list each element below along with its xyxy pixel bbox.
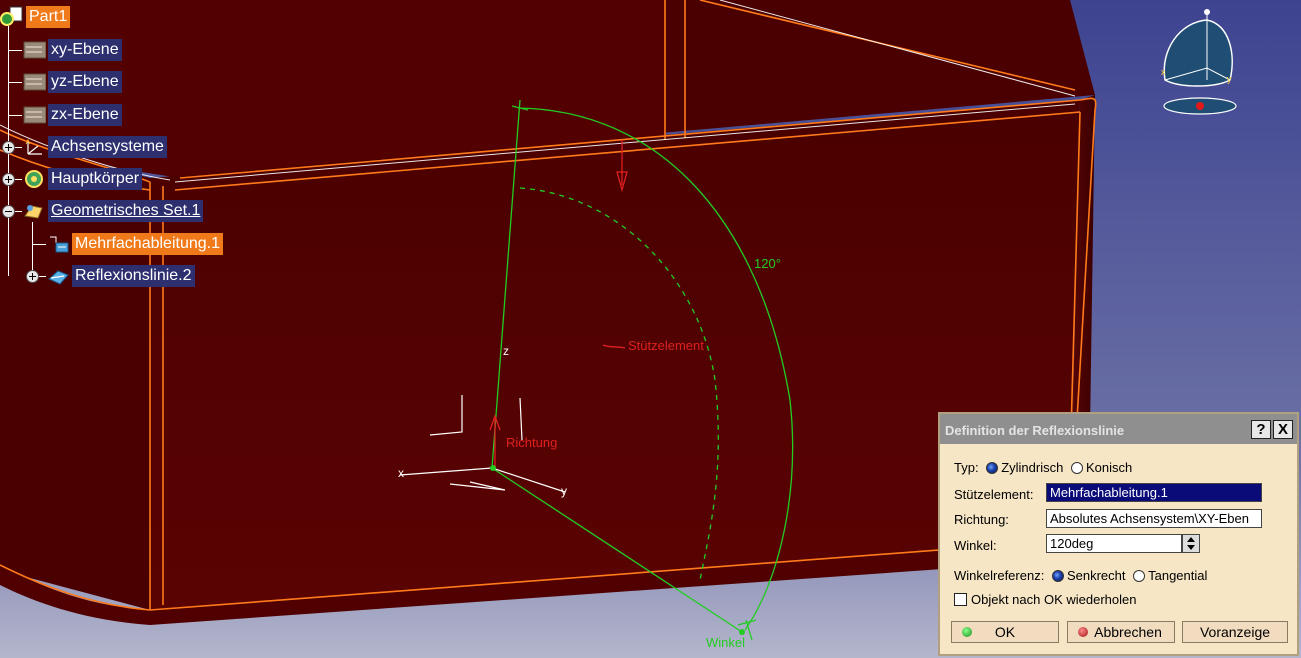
direction-label: Richtung bbox=[506, 435, 558, 450]
tree-root-part1[interactable]: Part1 bbox=[0, 6, 71, 28]
tree-item-label: Hauptkörper bbox=[48, 168, 143, 190]
angle-field[interactable]: 120deg bbox=[1046, 534, 1182, 553]
angle-label: Winkel: bbox=[954, 538, 997, 553]
reflection-line-dialog: Definition der Reflexionslinie ? X Typ: … bbox=[938, 412, 1299, 656]
type-row: Typ: Zylindrisch Konisch bbox=[954, 460, 1132, 475]
support-label: Stützelement: bbox=[954, 487, 1034, 502]
tree-item-xy-plane[interactable]: xy-Ebene bbox=[22, 39, 122, 61]
cancel-icon bbox=[1078, 627, 1088, 637]
type-conical-radio[interactable] bbox=[1070, 461, 1083, 474]
cancel-button[interactable]: Abbrechen bbox=[1067, 621, 1175, 643]
repeat-checkbox[interactable] bbox=[954, 593, 967, 607]
expand-icon[interactable] bbox=[2, 173, 15, 186]
geometric-set-icon bbox=[24, 205, 43, 219]
type-cylindrical-label[interactable]: Zylindrisch bbox=[1001, 460, 1063, 475]
type-cylindrical-radio[interactable] bbox=[986, 461, 999, 474]
tree-item-label: yz-Ebene bbox=[48, 71, 122, 93]
angle-ref-tangential-radio[interactable] bbox=[1133, 569, 1146, 582]
expand-icon[interactable] bbox=[2, 141, 15, 154]
plane-icon bbox=[23, 106, 46, 124]
ok-button[interactable]: OK bbox=[951, 621, 1059, 643]
x-axis-label: x bbox=[398, 466, 404, 480]
angle-ref-perpendicular-radio[interactable] bbox=[1051, 569, 1064, 582]
help-button[interactable]: ? bbox=[1251, 420, 1271, 439]
type-conical-label[interactable]: Konisch bbox=[1086, 460, 1132, 475]
direction-field[interactable]: Absolutes Achsensystem\XY-Eben bbox=[1046, 509, 1262, 528]
type-label: Typ: bbox=[954, 460, 979, 475]
angle-spinner[interactable] bbox=[1182, 534, 1200, 553]
dialog-title: Definition der Reflexionslinie bbox=[945, 423, 1125, 438]
axis-system-icon bbox=[25, 138, 42, 155]
preview-button[interactable]: Voranzeige bbox=[1182, 621, 1288, 643]
tree-item-label: Achsensysteme bbox=[48, 136, 167, 158]
svg-text:y: y bbox=[1227, 74, 1232, 84]
angle-reference-label: Winkelreferenz: bbox=[954, 568, 1045, 583]
tree-item-label: xy-Ebene bbox=[48, 39, 122, 61]
expand-icon[interactable] bbox=[26, 270, 39, 283]
plane-icon bbox=[23, 73, 46, 91]
direction-label: Richtung: bbox=[954, 512, 1009, 527]
y-axis-label: y bbox=[561, 484, 567, 498]
tree-root-label: Part1 bbox=[26, 6, 71, 28]
tree-item-multi-output[interactable]: Mehrfachableitung.1 bbox=[46, 233, 223, 255]
part-icon bbox=[0, 6, 23, 26]
angle-ref-perpendicular-label[interactable]: Senkrecht bbox=[1067, 568, 1126, 583]
repeat-row[interactable]: Objekt nach OK wiederholen bbox=[954, 592, 1136, 607]
reflection-line-icon bbox=[48, 270, 69, 285]
close-button[interactable]: X bbox=[1273, 420, 1293, 439]
body-icon bbox=[25, 170, 43, 188]
tree-item-main-body[interactable]: Hauptkörper bbox=[22, 168, 143, 190]
angle-handle-label[interactable]: Winkel bbox=[706, 635, 745, 650]
angle-ref-tangential-label[interactable]: Tangential bbox=[1148, 568, 1207, 583]
angle-value-label: 120° bbox=[754, 256, 781, 271]
tree-item-label: zx-Ebene bbox=[48, 104, 122, 126]
repeat-label[interactable]: Objekt nach OK wiederholen bbox=[971, 592, 1136, 607]
collapse-icon[interactable] bbox=[2, 205, 15, 218]
dialog-title-bar[interactable]: Definition der Reflexionslinie ? X bbox=[940, 414, 1297, 444]
tree-item-label: Mehrfachableitung.1 bbox=[72, 233, 223, 255]
plane-icon bbox=[23, 41, 46, 59]
angle-reference-row: Winkelreferenz: Senkrecht Tangential bbox=[954, 568, 1207, 583]
tree-item-label: Geometrisches Set.1 bbox=[48, 200, 204, 222]
tree-item-label: Reflexionslinie.2 bbox=[72, 265, 195, 287]
cancel-label: Abbrechen bbox=[1094, 624, 1162, 640]
support-element-label: Stützelement bbox=[628, 338, 704, 353]
tree-item-yz-plane[interactable]: yz-Ebene bbox=[22, 71, 122, 93]
support-field[interactable]: Mehrfachableitung.1 bbox=[1046, 483, 1262, 502]
tree-item-reflection-line[interactable]: Reflexionslinie.2 bbox=[46, 265, 195, 287]
ok-icon bbox=[962, 627, 972, 637]
tree-item-geometric-set[interactable]: Geometrisches Set.1 bbox=[22, 200, 204, 222]
tree-item-zx-plane[interactable]: zx-Ebene bbox=[22, 104, 122, 126]
tree-item-axis-systems[interactable]: Achsensysteme bbox=[22, 136, 167, 158]
z-axis-label: z bbox=[503, 344, 509, 358]
multi-output-icon bbox=[50, 236, 69, 253]
ok-label: OK bbox=[994, 624, 1016, 640]
svg-text:x: x bbox=[1161, 67, 1166, 77]
